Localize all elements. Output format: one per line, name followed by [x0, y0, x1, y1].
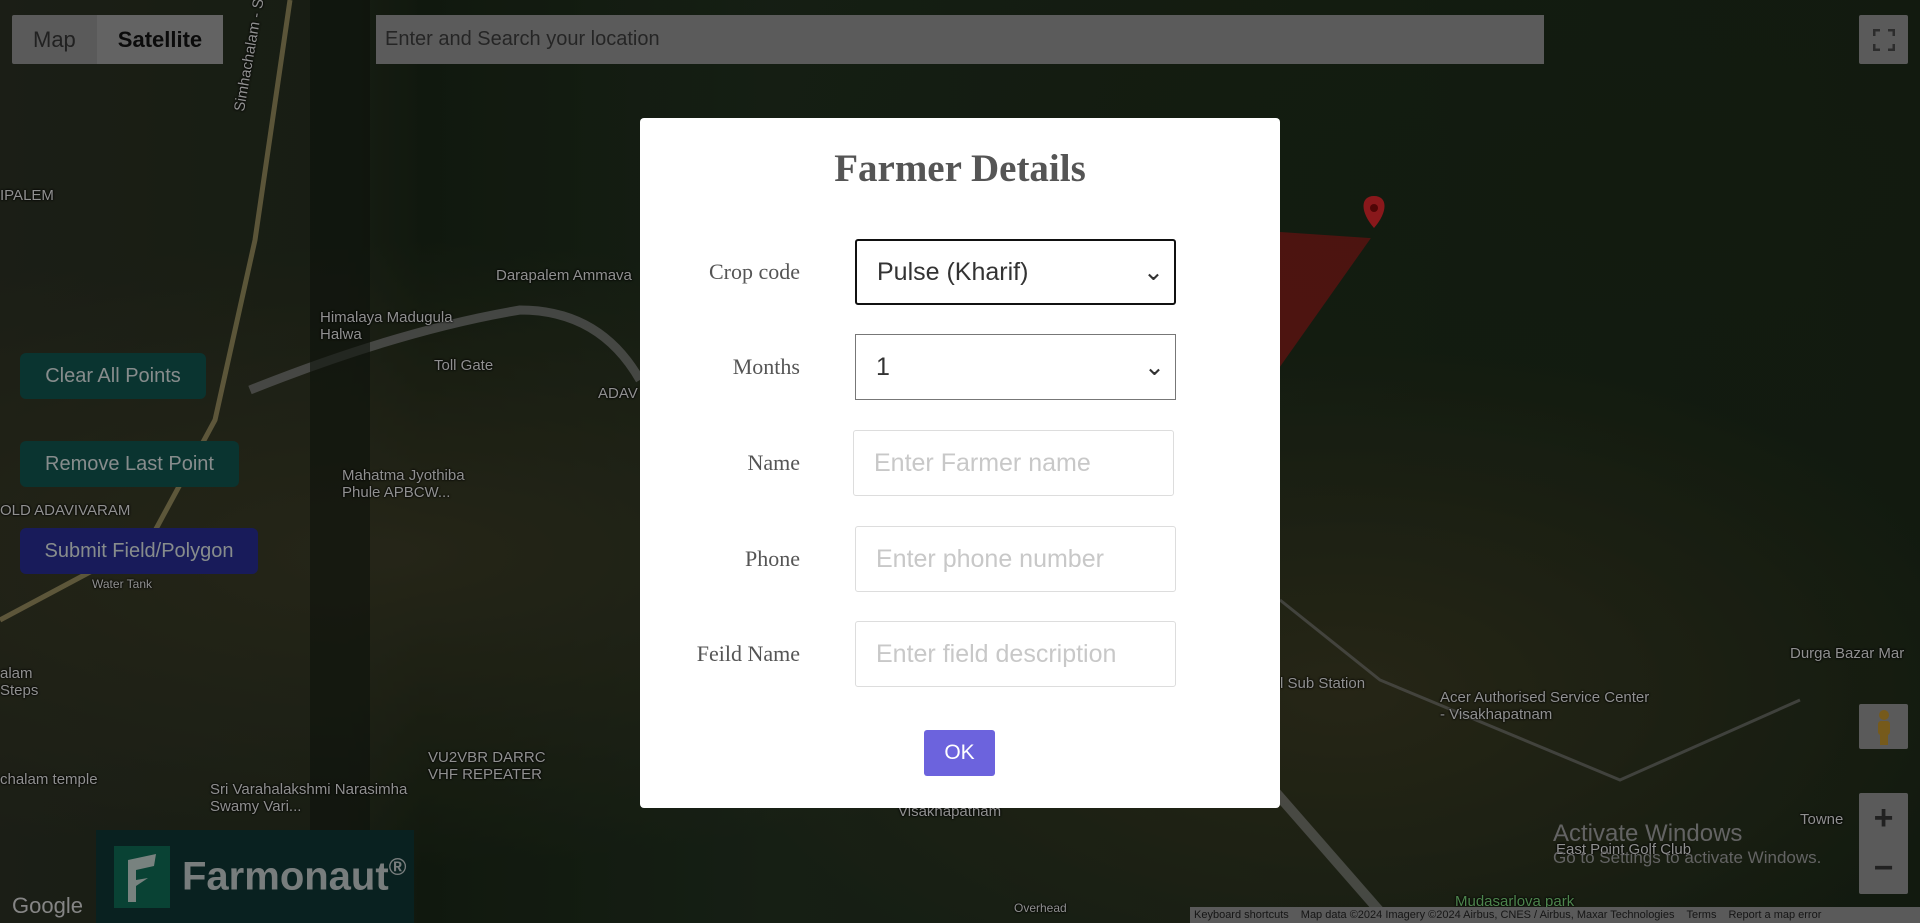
farmer-name-input[interactable]: [853, 430, 1174, 496]
months-value: 1: [876, 352, 890, 381]
crop-code-label: Crop code: [708, 259, 800, 284]
chevron-down-icon: ⌄: [1144, 353, 1165, 381]
phone-label: Phone: [745, 546, 800, 571]
dialog-title: Farmer Details: [834, 147, 1086, 190]
name-label: Name: [747, 450, 800, 475]
field-description-input[interactable]: [855, 621, 1176, 687]
ok-button[interactable]: OK: [924, 730, 995, 776]
months-select[interactable]: 1 ⌄: [855, 334, 1176, 400]
crop-code-select[interactable]: Pulse (Kharif) ⌄: [855, 239, 1176, 305]
chevron-down-icon: ⌄: [1143, 258, 1164, 286]
field-name-label: Feild Name: [696, 641, 800, 666]
months-label: Months: [732, 354, 800, 379]
crop-code-value: Pulse (Kharif): [877, 257, 1029, 286]
farmer-details-dialog: Farmer Details Crop code Pulse (Kharif) ⌄…: [640, 118, 1280, 808]
phone-input[interactable]: [855, 526, 1176, 592]
